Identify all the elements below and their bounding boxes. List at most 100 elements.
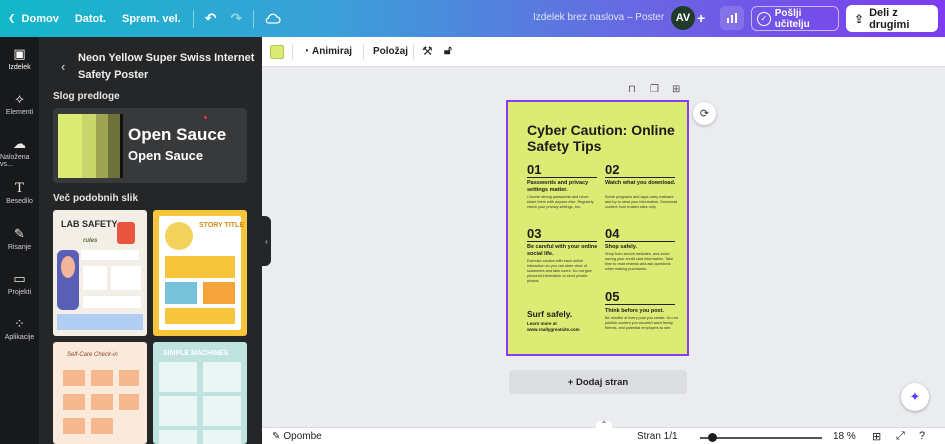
divider-line [605,177,675,178]
animate-button[interactable]: ◔ Animiraj [303,46,352,57]
illustration [63,370,85,386]
illustration [165,282,197,304]
tip-heading[interactable]: Shop safely. [605,244,679,251]
rail-item-projects[interactable]: ▭ Projekti [0,271,39,296]
divider-line [605,241,675,242]
zoom-slider[interactable] [700,437,822,439]
tip-number[interactable]: 01 [527,162,541,177]
folder-icon: ▭ [13,271,26,286]
divider [363,44,364,60]
tip-heading[interactable]: Passwords and privacy settings matter. [527,180,599,193]
notes-icon: ✎ [272,431,281,442]
cloud-sync-icon[interactable] [258,11,288,27]
divider [413,44,414,60]
tip-heading[interactable]: Be careful with your online social life. [527,244,599,257]
paint-roller-icon[interactable]: ⚒ [422,44,433,58]
style-font-heading: Open Sauce [128,125,227,144]
add-page-icon[interactable]: ⊞ [672,84,680,95]
collapse-panel-handle[interactable]: ‹ [262,216,271,266]
tip-body[interactable]: Some programs and apps carry malware and… [605,195,679,210]
illustration [117,222,135,244]
file-menu[interactable]: Datot. [67,0,114,37]
grid-view-icon[interactable]: ⊞ [872,430,881,443]
add-collaborator-icon[interactable]: + [697,10,705,26]
illustration [81,250,139,260]
rotate-button[interactable]: ⟳ [693,102,716,125]
template-title: Neon Yellow Super Swiss Internet Safety … [78,52,255,81]
illustration [63,418,85,434]
tip-body[interactable]: Shop from secure websites, and avoid sav… [605,252,679,272]
tip-number[interactable]: 03 [527,226,541,241]
notes-button[interactable]: ✎ Opombe [272,431,322,442]
background-color-swatch[interactable] [270,45,284,59]
avatar[interactable]: AV [671,6,695,30]
template-thumbnail[interactable]: STORY TITLE [153,210,247,336]
tip-body[interactable]: Choose strong passwords and never share … [527,195,599,210]
rail-item-text[interactable]: T Besedilo [0,181,39,205]
share-label: Deli z drugimi [869,6,910,31]
template-style-card[interactable]: Open Sauce Open Sauce [53,108,247,183]
send-to-teacher-button[interactable]: ✓ Pošlji učitelju [751,6,839,31]
illustration [159,430,197,444]
context-toolbar: ◔ Animiraj Položaj ⚒ 🔓︎ [262,37,945,67]
tip-heading[interactable]: Watch what you download. [605,180,679,187]
resize-label: Sprem. vel. [122,12,181,25]
rail-item-elements[interactable]: ⟡ Elementi [0,91,39,116]
home-label: Domov [21,12,59,25]
tip-number[interactable]: 02 [605,162,619,177]
poster-title[interactable]: Cyber Caution: Online Safety Tips [527,122,687,154]
back-chevron-icon[interactable]: ‹ [61,59,65,74]
lock-icon[interactable]: ⊓ [628,84,636,95]
rail-item-design[interactable]: ▣ Izdelek [0,46,39,71]
resize-menu[interactable]: Sprem. vel. [114,0,189,37]
rail-item-uploads[interactable]: ☁ Naložena vs... [0,136,39,168]
file-label: Datot. [74,12,106,25]
help-icon[interactable]: ? [919,430,925,442]
undo-icon[interactable]: ↶ [198,10,224,27]
rail-item-label: Aplikacije [4,334,35,341]
thumbnail-title: Self-Care Check-in [67,352,118,358]
position-label: Položaj [373,46,409,57]
template-thumbnail[interactable]: LAB SAFETY rules [53,210,147,336]
tip-body[interactable]: Exercise caution with each online intera… [527,259,599,284]
duplicate-icon[interactable]: ❐ [650,84,659,95]
illustration [83,296,141,308]
rail-item-draw[interactable]: ✎ Risanje [0,226,39,251]
tip-body[interactable]: Be mindful of every post you create. Do … [605,316,679,331]
cloud-upload-icon: ☁ [13,136,26,151]
divider [192,9,194,28]
template-thumbnail[interactable]: SIMPLE MACHINES [153,342,247,444]
website-url: www.reallygreatsite.com [527,327,580,332]
lock-icon[interactable]: 🔓︎ [444,43,452,58]
side-panel: ‹ Neon Yellow Super Swiss Internet Safet… [39,37,262,444]
illustration [119,370,139,386]
chevron-up-icon[interactable]: ⌃ [596,421,612,429]
document-title[interactable]: Izdelek brez naslova – Poster [533,12,664,23]
illustration [91,418,113,434]
home-button[interactable]: ❮ Domov [0,0,67,37]
magic-assistant-button[interactable]: ✦ [901,383,929,411]
style-font-body: Open Sauce [128,148,204,163]
page-indicator[interactable]: Stran 1/1 [637,431,678,442]
zoom-slider-handle[interactable] [708,433,717,442]
divider-line [527,177,597,178]
position-button[interactable]: Položaj [373,46,408,57]
tip-number[interactable]: 05 [605,289,619,304]
surf-safely-text[interactable]: Surf safely. [527,309,572,319]
redo-icon[interactable]: ↷ [223,10,249,27]
tip-heading[interactable]: Think before you post. [605,308,679,315]
page-label: Stran 1/1 [637,431,678,442]
fullscreen-icon[interactable]: ⤢ [896,430,905,443]
template-thumbnail[interactable]: Self-Care Check-in [53,342,147,444]
divider [253,9,255,28]
share-button[interactable]: ⇪ Deli z drugimi [846,5,938,32]
zoom-level[interactable]: 18 % [833,431,856,442]
poster-page[interactable]: Cyber Caution: Online Safety Tips 01 Pas… [506,100,689,356]
learn-more-text[interactable]: Learn more at www.reallygreatsite.com [527,321,580,333]
insights-button[interactable] [720,6,744,30]
tip-number[interactable]: 04 [605,226,619,241]
add-page-button[interactable]: + Dodaj stran [509,370,687,394]
rail-item-label: Naložena vs... [0,154,30,168]
rail-item-apps[interactable]: ⁘ Aplikacije [0,316,39,341]
illustration [203,282,235,304]
